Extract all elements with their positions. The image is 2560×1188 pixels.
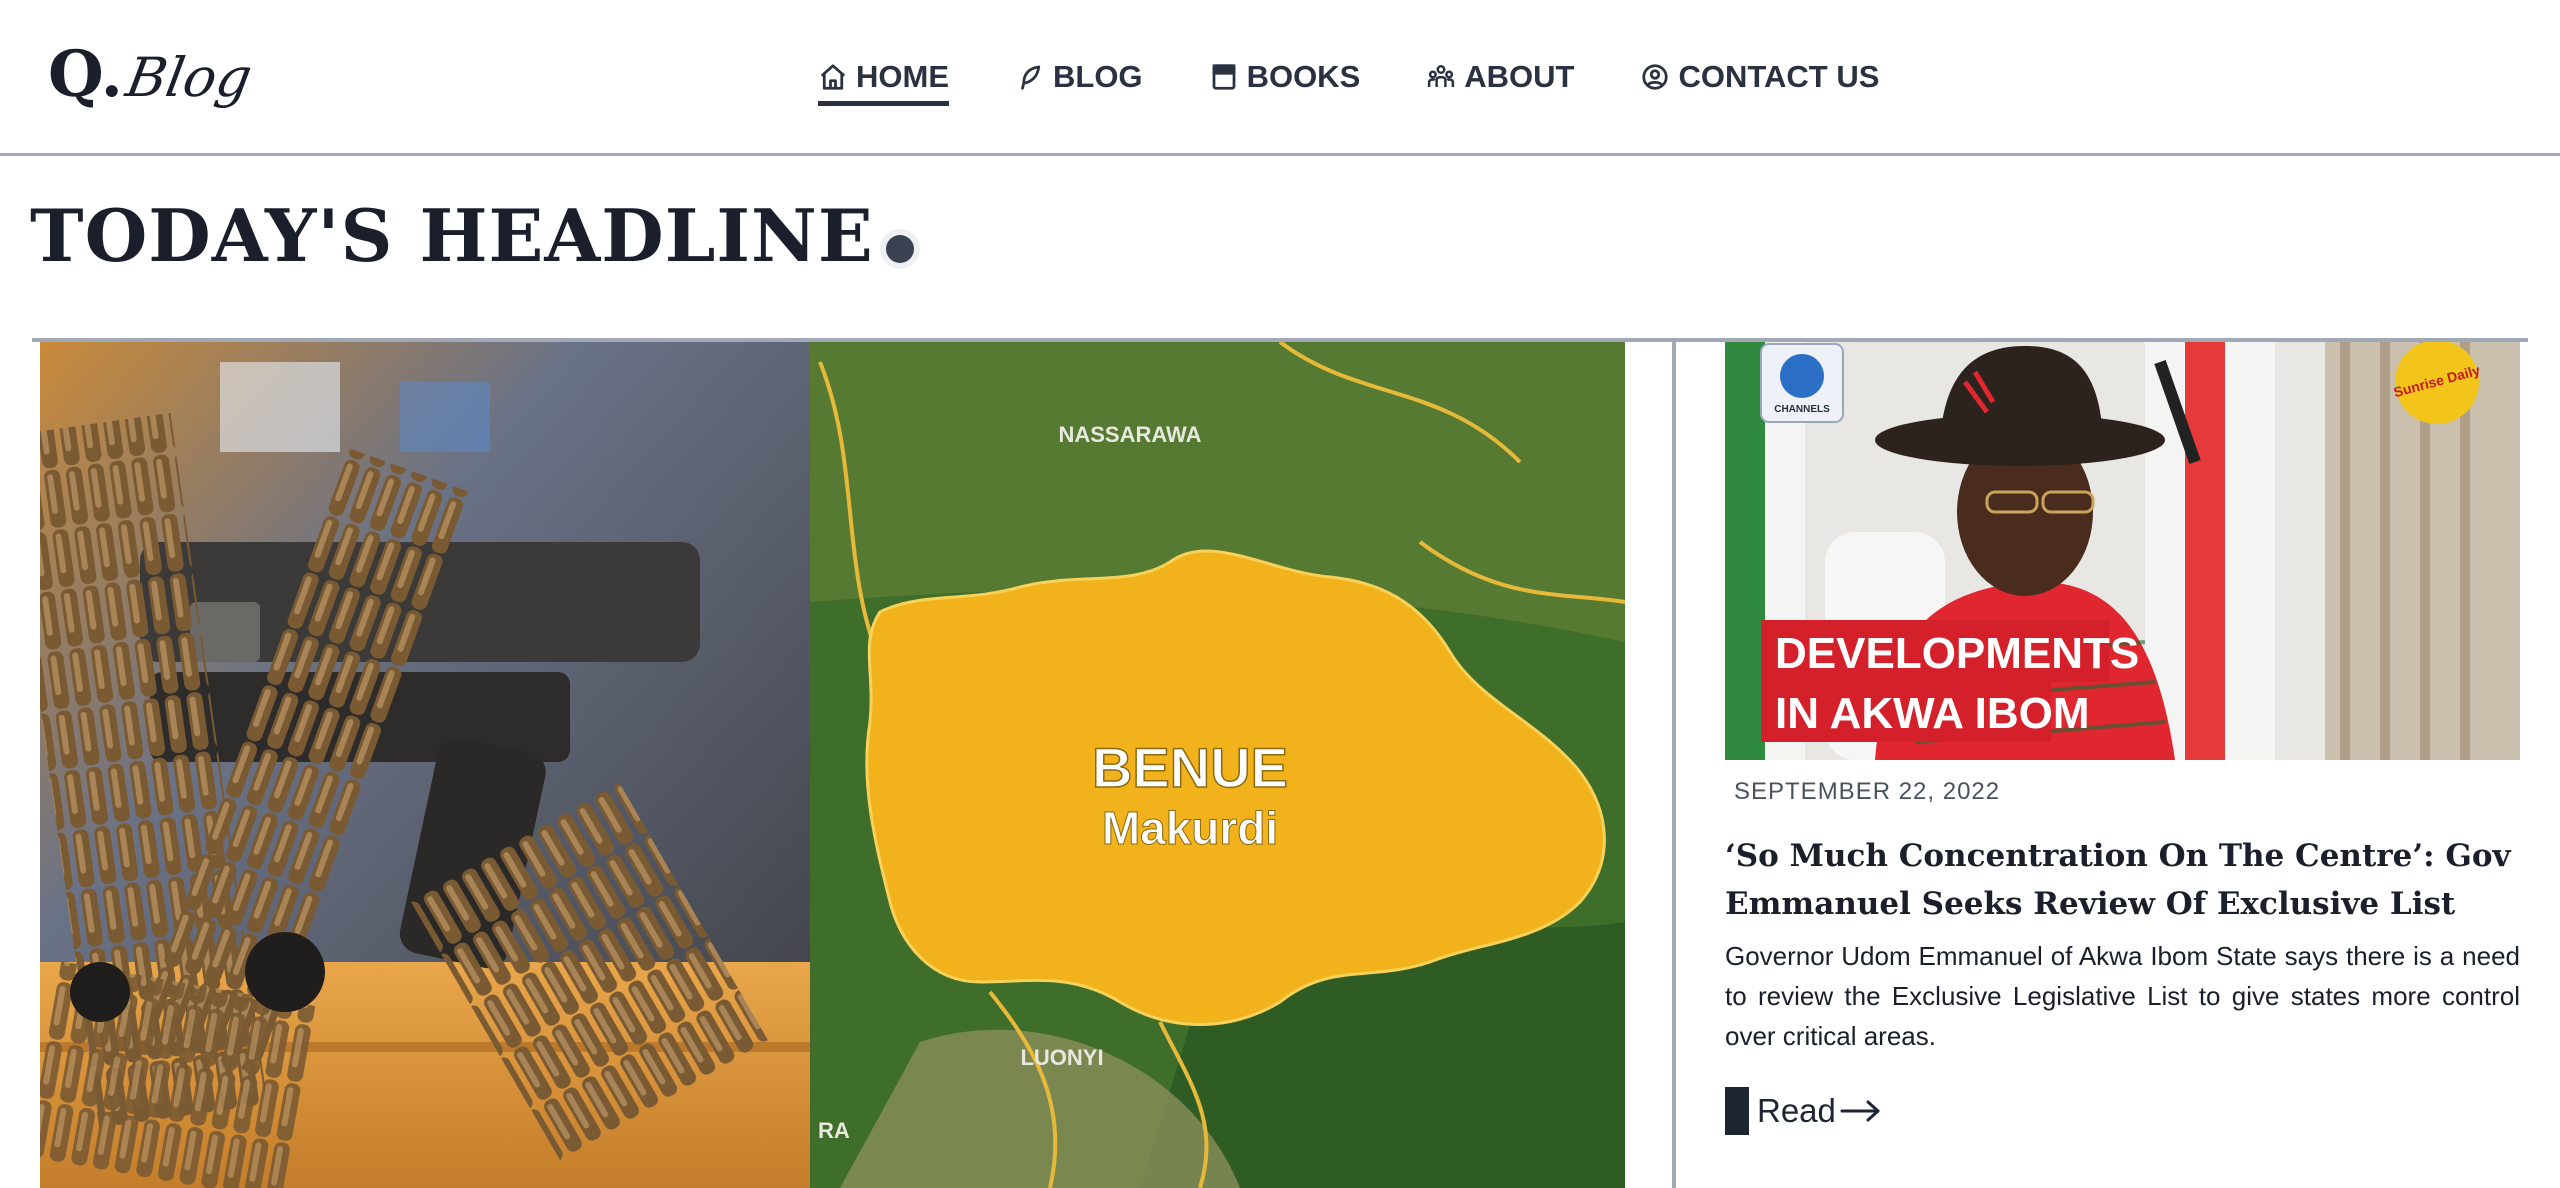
section-heading: TODAY'S HEADLINE: [30, 190, 914, 280]
feather-icon: [1015, 62, 1045, 92]
nav-contact[interactable]: CONTACT US: [1640, 52, 1879, 102]
home-icon: [818, 62, 848, 92]
main-nav: HOME BLOG BOOKS ABOUT CONTACT US: [818, 52, 1879, 106]
nav-blog-label: BLOG: [1053, 59, 1143, 94]
read-more-link[interactable]: Read: [1725, 1086, 1882, 1136]
logo-mark: Q.: [48, 37, 123, 112]
map-label-west: RA: [818, 1118, 850, 1143]
nav-books[interactable]: BOOKS: [1209, 52, 1361, 102]
site-logo[interactable]: Q. Blog: [48, 30, 257, 120]
map-label-south: LUONYI: [1020, 1045, 1103, 1070]
nav-home-label: HOME: [856, 59, 949, 94]
read-label: Read: [1757, 1092, 1836, 1129]
nav-home[interactable]: HOME: [818, 52, 949, 106]
nav-books-label: BOOKS: [1246, 59, 1361, 94]
article-excerpt: Governor Udom Emmanuel of Akwa Ibom Stat…: [1725, 941, 2520, 1051]
article-title[interactable]: ‘So Much Concentration On The Centre’: G…: [1725, 832, 2525, 928]
nav-about-label: ABOUT: [1464, 59, 1575, 94]
site-header: Q. Blog HOME BLOG BOOKS ABOUT CONTACT US: [0, 0, 2560, 156]
nav-blog[interactable]: BLOG: [1015, 52, 1143, 102]
logo-word: Blog: [121, 46, 257, 109]
nav-contact-label: CONTACT US: [1678, 59, 1880, 94]
side-story-image[interactable]: CHANNELS Sunrise Daily DEVELOPMENTS IN A…: [1725, 342, 2520, 760]
contact-icon: [1640, 62, 1670, 92]
image-caption-line2: IN AKWA IBOM: [1775, 689, 2090, 738]
map-label-capital: Makurdi: [1102, 802, 1278, 854]
nav-about[interactable]: ABOUT: [1426, 52, 1574, 102]
column-divider: [1672, 342, 1676, 1188]
channel-logo-label: CHANNELS: [1774, 404, 1830, 415]
main-story-image[interactable]: BENUE Makurdi NASSARAWA LUONYI RA: [40, 342, 1625, 1188]
live-dot-icon: [885, 235, 914, 263]
page-title: TODAY'S HEADLINE: [30, 192, 874, 278]
book-icon: [1209, 62, 1239, 92]
article-date: SEPTEMBER 22, 2022: [1734, 778, 2001, 805]
arrow-right-icon: [1840, 1096, 1882, 1126]
map-label-state: BENUE: [1092, 736, 1288, 799]
read-bar: [1725, 1087, 1749, 1135]
image-caption-line1: DEVELOPMENTS: [1775, 629, 2139, 678]
users-icon: [1426, 62, 1456, 92]
map-label-north: NASSARAWA: [1058, 422, 1201, 447]
